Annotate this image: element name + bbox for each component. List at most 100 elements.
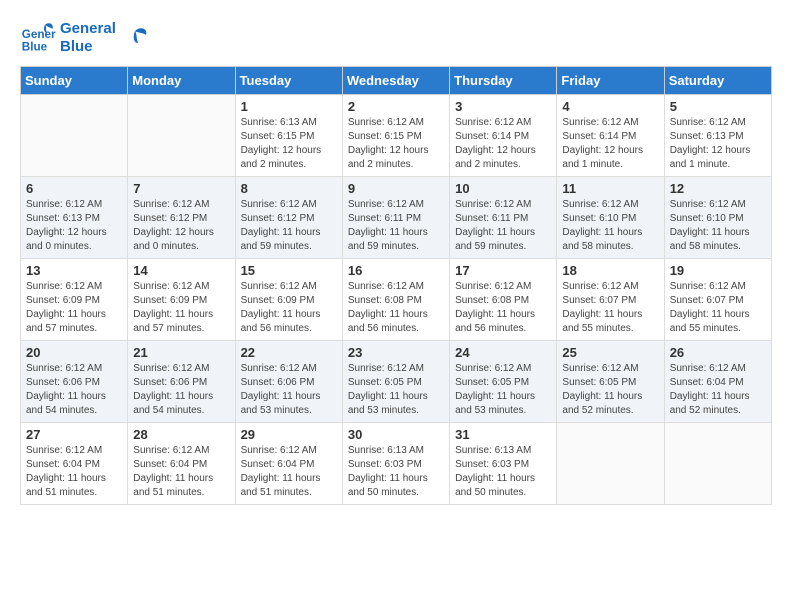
day-number: 15	[241, 263, 337, 278]
day-info: Sunrise: 6:12 AM Sunset: 6:09 PM Dayligh…	[241, 280, 337, 336]
day-number: 24	[455, 345, 551, 360]
calendar-cell: 20Sunrise: 6:12 AM Sunset: 6:06 PM Dayli…	[21, 341, 128, 423]
calendar-cell: 4Sunrise: 6:12 AM Sunset: 6:14 PM Daylig…	[557, 95, 664, 177]
day-info: Sunrise: 6:12 AM Sunset: 6:09 PM Dayligh…	[133, 280, 229, 336]
day-info: Sunrise: 6:13 AM Sunset: 6:03 PM Dayligh…	[348, 444, 444, 500]
logo-icon: General Blue	[20, 20, 56, 56]
day-number: 1	[241, 99, 337, 114]
week-row-5: 27 Sunrise: 6:12 AM Sunset: 6:04 PM Dayli…	[21, 423, 772, 505]
calendar-cell: 10 Sunrise: 6:12 AM Sunset: 6:11 PM Dayli…	[450, 177, 557, 259]
day-number: 12	[670, 181, 766, 196]
calendar-cell: 27 Sunrise: 6:12 AM Sunset: 6:04 PM Dayli…	[21, 423, 128, 505]
calendar-cell: 6 Sunrise: 6:12 AM Sunset: 6:13 PM Daylig…	[21, 177, 128, 259]
logo: General Blue General Blue	[20, 20, 150, 56]
calendar-cell	[557, 423, 664, 505]
calendar-cell: 13 Sunrise: 6:12 AM Sunset: 6:09 PM Dayli…	[21, 259, 128, 341]
svg-text:Blue: Blue	[22, 41, 48, 54]
day-number: 16	[348, 263, 444, 278]
day-number: 26	[670, 345, 766, 360]
day-number: 27	[26, 427, 122, 442]
calendar-cell: 21Sunrise: 6:12 AM Sunset: 6:06 PM Dayli…	[128, 341, 235, 423]
header-row: SundayMondayTuesdayWednesdayThursdayFrid…	[21, 67, 772, 95]
day-info: Sunrise: 6:12 AM Sunset: 6:12 PM Dayligh…	[241, 198, 337, 254]
calendar-cell: 29Sunrise: 6:12 AM Sunset: 6:04 PM Dayli…	[235, 423, 342, 505]
calendar-cell	[21, 95, 128, 177]
day-info: Sunrise: 6:12 AM Sunset: 6:11 PM Dayligh…	[348, 198, 444, 254]
calendar-cell: 23 Sunrise: 6:12 AM Sunset: 6:05 PM Dayli…	[342, 341, 449, 423]
day-info: Sunrise: 6:12 AM Sunset: 6:06 PM Dayligh…	[133, 362, 229, 418]
calendar-cell: 31Sunrise: 6:13 AM Sunset: 6:03 PM Dayli…	[450, 423, 557, 505]
day-info: Sunrise: 6:12 AM Sunset: 6:09 PM Dayligh…	[26, 280, 122, 336]
day-number: 22	[241, 345, 337, 360]
calendar-cell: 26 Sunrise: 6:12 AM Sunset: 6:04 PM Dayli…	[664, 341, 771, 423]
week-row-2: 6 Sunrise: 6:12 AM Sunset: 6:13 PM Daylig…	[21, 177, 772, 259]
calendar-cell	[664, 423, 771, 505]
day-info: Sunrise: 6:12 AM Sunset: 6:10 PM Dayligh…	[562, 198, 658, 254]
day-info: Sunrise: 6:12 AM Sunset: 6:06 PM Dayligh…	[26, 362, 122, 418]
day-number: 13	[26, 263, 122, 278]
day-number: 3	[455, 99, 551, 114]
col-header-monday: Monday	[128, 67, 235, 95]
day-info: Sunrise: 6:12 AM Sunset: 6:10 PM Dayligh…	[670, 198, 766, 254]
calendar-cell: 30 Sunrise: 6:13 AM Sunset: 6:03 PM Dayli…	[342, 423, 449, 505]
day-number: 11	[562, 181, 658, 196]
day-info: Sunrise: 6:12 AM Sunset: 6:11 PM Dayligh…	[455, 198, 551, 254]
day-number: 31	[455, 427, 551, 442]
day-number: 4	[562, 99, 658, 114]
col-header-thursday: Thursday	[450, 67, 557, 95]
calendar-cell: 17 Sunrise: 6:12 AM Sunset: 6:08 PM Dayli…	[450, 259, 557, 341]
day-number: 8	[241, 181, 337, 196]
calendar-cell: 28Sunrise: 6:12 AM Sunset: 6:04 PM Dayli…	[128, 423, 235, 505]
logo-general: General	[60, 20, 116, 38]
calendar-cell: 1 Sunrise: 6:13 AM Sunset: 6:15 PM Daylig…	[235, 95, 342, 177]
svg-text:General: General	[22, 28, 56, 41]
col-header-saturday: Saturday	[664, 67, 771, 95]
day-info: Sunrise: 6:12 AM Sunset: 6:13 PM Dayligh…	[26, 198, 122, 254]
calendar-cell: 16 Sunrise: 6:12 AM Sunset: 6:08 PM Dayli…	[342, 259, 449, 341]
day-number: 14	[133, 263, 229, 278]
day-info: Sunrise: 6:12 AM Sunset: 6:06 PM Dayligh…	[241, 362, 337, 418]
day-number: 25	[562, 345, 658, 360]
calendar-cell: 19Sunrise: 6:12 AM Sunset: 6:07 PM Dayli…	[664, 259, 771, 341]
day-info: Sunrise: 6:12 AM Sunset: 6:08 PM Dayligh…	[348, 280, 444, 336]
day-number: 29	[241, 427, 337, 442]
col-header-wednesday: Wednesday	[342, 67, 449, 95]
day-number: 28	[133, 427, 229, 442]
day-number: 23	[348, 345, 444, 360]
day-number: 10	[455, 181, 551, 196]
calendar-cell	[128, 95, 235, 177]
day-number: 9	[348, 181, 444, 196]
day-info: Sunrise: 6:13 AM Sunset: 6:15 PM Dayligh…	[241, 116, 337, 172]
calendar-cell: 9 Sunrise: 6:12 AM Sunset: 6:11 PM Daylig…	[342, 177, 449, 259]
col-header-friday: Friday	[557, 67, 664, 95]
day-number: 17	[455, 263, 551, 278]
bird-icon	[120, 23, 150, 53]
week-row-4: 20Sunrise: 6:12 AM Sunset: 6:06 PM Dayli…	[21, 341, 772, 423]
day-info: Sunrise: 6:12 AM Sunset: 6:05 PM Dayligh…	[455, 362, 551, 418]
calendar-cell: 12 Sunrise: 6:12 AM Sunset: 6:10 PM Dayli…	[664, 177, 771, 259]
day-info: Sunrise: 6:12 AM Sunset: 6:04 PM Dayligh…	[26, 444, 122, 500]
day-info: Sunrise: 6:12 AM Sunset: 6:08 PM Dayligh…	[455, 280, 551, 336]
day-number: 2	[348, 99, 444, 114]
day-info: Sunrise: 6:12 AM Sunset: 6:14 PM Dayligh…	[455, 116, 551, 172]
calendar-table: SundayMondayTuesdayWednesdayThursdayFrid…	[20, 66, 772, 505]
calendar-cell: 14 Sunrise: 6:12 AM Sunset: 6:09 PM Dayli…	[128, 259, 235, 341]
calendar-cell: 25 Sunrise: 6:12 AM Sunset: 6:05 PM Dayli…	[557, 341, 664, 423]
calendar-cell: 3 Sunrise: 6:12 AM Sunset: 6:14 PM Daylig…	[450, 95, 557, 177]
day-number: 6	[26, 181, 122, 196]
day-info: Sunrise: 6:12 AM Sunset: 6:05 PM Dayligh…	[348, 362, 444, 418]
day-info: Sunrise: 6:12 AM Sunset: 6:04 PM Dayligh…	[670, 362, 766, 418]
day-number: 30	[348, 427, 444, 442]
calendar-cell: 7Sunrise: 6:12 AM Sunset: 6:12 PM Daylig…	[128, 177, 235, 259]
calendar-cell: 5Sunrise: 6:12 AM Sunset: 6:13 PM Daylig…	[664, 95, 771, 177]
day-number: 19	[670, 263, 766, 278]
calendar-cell: 22 Sunrise: 6:12 AM Sunset: 6:06 PM Dayli…	[235, 341, 342, 423]
page-header: General Blue General Blue	[20, 20, 772, 56]
calendar-cell: 2Sunrise: 6:12 AM Sunset: 6:15 PM Daylig…	[342, 95, 449, 177]
calendar-cell: 18Sunrise: 6:12 AM Sunset: 6:07 PM Dayli…	[557, 259, 664, 341]
week-row-3: 13 Sunrise: 6:12 AM Sunset: 6:09 PM Dayli…	[21, 259, 772, 341]
calendar-cell: 15 Sunrise: 6:12 AM Sunset: 6:09 PM Dayli…	[235, 259, 342, 341]
col-header-tuesday: Tuesday	[235, 67, 342, 95]
day-number: 5	[670, 99, 766, 114]
day-info: Sunrise: 6:12 AM Sunset: 6:05 PM Dayligh…	[562, 362, 658, 418]
